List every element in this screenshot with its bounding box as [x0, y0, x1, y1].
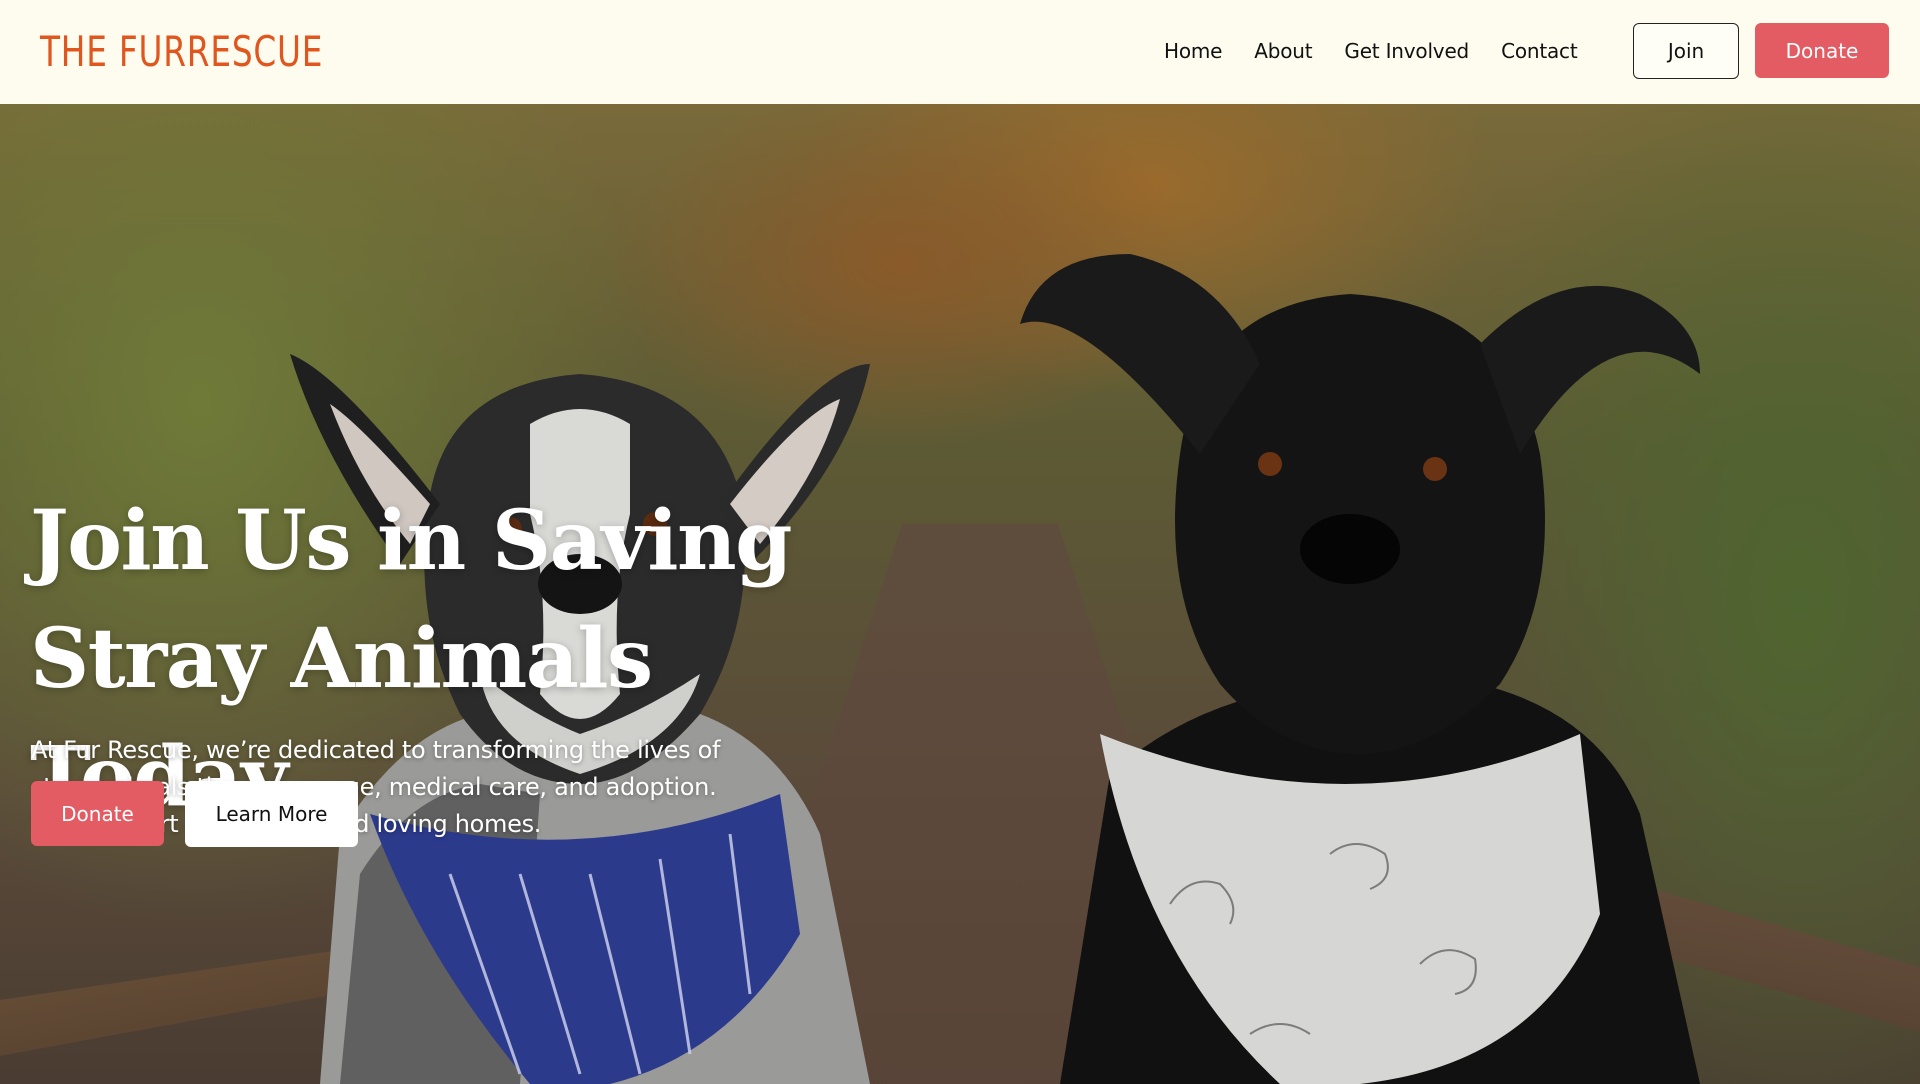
- nav-link-home[interactable]: Home: [1164, 36, 1222, 66]
- hero-section: Join Us in Saving Stray Animals Today At…: [0, 104, 1920, 1084]
- main-nav: Home About Get Involved Contact: [1164, 36, 1609, 66]
- nav-link-about[interactable]: About: [1254, 36, 1312, 66]
- hero-dog-right-image: [1020, 254, 1700, 1084]
- site-header: THE FURRESCUE Home About Get Involved Co…: [0, 0, 1920, 104]
- hero-title-line-1: Join Us in Saving: [30, 493, 792, 589]
- join-button[interactable]: Join: [1633, 23, 1739, 79]
- brand-logo[interactable]: THE FURRESCUE: [40, 26, 323, 76]
- nav-link-contact[interactable]: Contact: [1501, 36, 1578, 66]
- hero-donate-button[interactable]: Donate: [31, 781, 164, 846]
- header-donate-button[interactable]: Donate: [1755, 23, 1889, 78]
- learn-more-button[interactable]: Learn More: [185, 781, 358, 847]
- hero-subtitle-line-1: At Fur Rescue, we’re dedicated to transf…: [31, 736, 721, 764]
- nav-link-get-involved[interactable]: Get Involved: [1344, 36, 1469, 66]
